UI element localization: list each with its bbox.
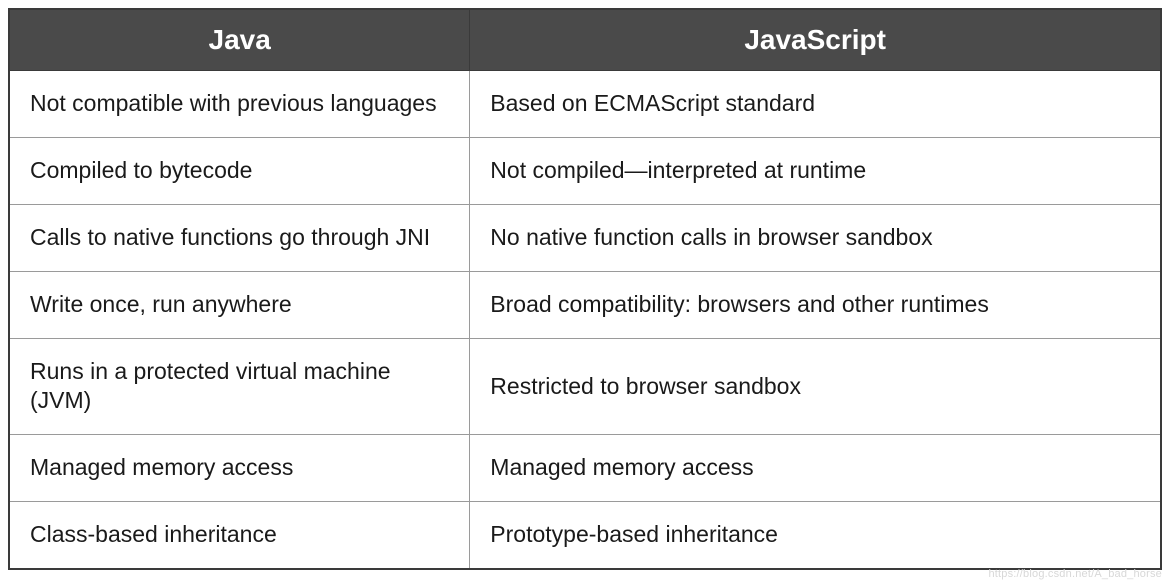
- cell-java: Class-based inheritance: [9, 502, 470, 569]
- cell-java: Not compatible with previous languages: [9, 71, 470, 138]
- table-row: Write once, run anywhere Broad compatibi…: [9, 271, 1161, 338]
- cell-javascript: Managed memory access: [470, 435, 1161, 502]
- table-row: Runs in a protected virtual machine (JVM…: [9, 338, 1161, 435]
- comparison-table: Java JavaScript Not compatible with prev…: [8, 8, 1162, 570]
- cell-java: Compiled to bytecode: [9, 137, 470, 204]
- cell-java: Calls to native functions go through JNI: [9, 204, 470, 271]
- cell-java: Managed memory access: [9, 435, 470, 502]
- cell-javascript: No native function calls in browser sand…: [470, 204, 1161, 271]
- watermark-text: https://blog.csdn.net/A_bad_horse: [988, 568, 1162, 580]
- table-header-row: Java JavaScript: [9, 9, 1161, 71]
- table-row: Compiled to bytecode Not compiled—interp…: [9, 137, 1161, 204]
- table-row: Managed memory access Managed memory acc…: [9, 435, 1161, 502]
- cell-javascript: Restricted to browser sandbox: [470, 338, 1161, 435]
- header-java: Java: [9, 9, 470, 71]
- cell-javascript: Not compiled—interpreted at runtime: [470, 137, 1161, 204]
- table-row: Not compatible with previous languages B…: [9, 71, 1161, 138]
- cell-java: Write once, run anywhere: [9, 271, 470, 338]
- table-row: Class-based inheritance Prototype-based …: [9, 502, 1161, 569]
- cell-javascript: Based on ECMAScript standard: [470, 71, 1161, 138]
- table-row: Calls to native functions go through JNI…: [9, 204, 1161, 271]
- cell-java: Runs in a protected virtual machine (JVM…: [9, 338, 470, 435]
- cell-javascript: Prototype-based inheritance: [470, 502, 1161, 569]
- cell-javascript: Broad compatibility: browsers and other …: [470, 271, 1161, 338]
- header-javascript: JavaScript: [470, 9, 1161, 71]
